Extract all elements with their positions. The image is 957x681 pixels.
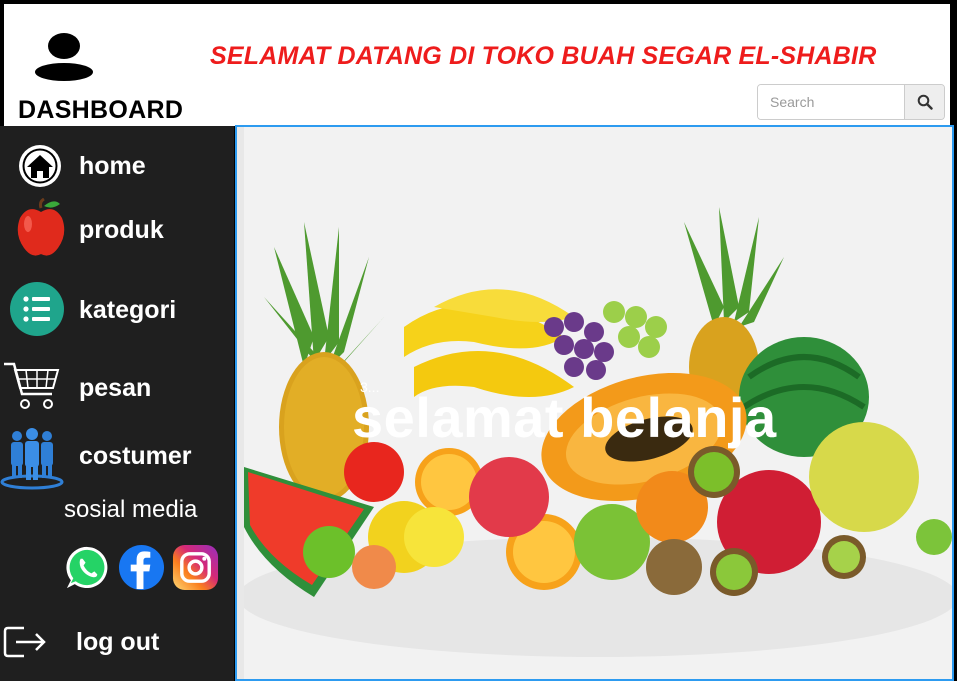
logout-icon: [3, 626, 46, 658]
home-icon: [19, 145, 61, 187]
list-icon: [10, 282, 64, 336]
facebook-icon[interactable]: [118, 544, 165, 591]
search-box: [757, 84, 945, 120]
sidebar-item-home[interactable]: home: [0, 138, 234, 196]
logout-button[interactable]: log out: [0, 614, 234, 672]
whatsapp-icon[interactable]: [64, 544, 111, 591]
hero-banner: 3... selamat belanja: [244, 127, 952, 679]
social-media-label: sosial media: [64, 496, 198, 523]
sidebar-item-pesan[interactable]: pesan: [0, 358, 234, 416]
sidebar-item-kategori[interactable]: kategori: [0, 280, 234, 338]
search-button[interactable]: [904, 85, 944, 119]
main-content: 3... selamat belanja: [235, 125, 954, 681]
sidebar-item-label: pesan: [79, 374, 152, 402]
user-avatar-icon[interactable]: [34, 30, 94, 82]
sidebar-item-label: home: [79, 152, 146, 180]
sidebar-item-label: costumer: [79, 442, 192, 470]
sidebar: home produk kategori pesan costumer sosi…: [0, 126, 234, 681]
cart-icon: [4, 362, 60, 409]
logout-label: log out: [76, 628, 160, 656]
apple-icon: [17, 198, 65, 256]
app-window: DASHBOARD SELAMAT DATANG DI TOKO BUAH SE…: [0, 0, 957, 681]
header: DASHBOARD SELAMAT DATANG DI TOKO BUAH SE…: [4, 4, 950, 126]
search-icon: [917, 94, 933, 110]
hero-title: selamat belanja: [352, 386, 777, 449]
search-input[interactable]: [758, 85, 904, 119]
sidebar-item-produk[interactable]: produk: [0, 198, 234, 258]
people-icon: [0, 428, 64, 490]
sidebar-item-costumer[interactable]: costumer: [0, 426, 234, 490]
dashboard-title: DASHBOARD: [18, 96, 184, 124]
sidebar-item-label: produk: [79, 216, 164, 244]
welcome-banner-text: SELAMAT DATANG DI TOKO BUAH SEGAR EL-SHA…: [210, 42, 877, 70]
instagram-icon[interactable]: [172, 544, 219, 591]
sidebar-item-label: kategori: [79, 296, 177, 324]
